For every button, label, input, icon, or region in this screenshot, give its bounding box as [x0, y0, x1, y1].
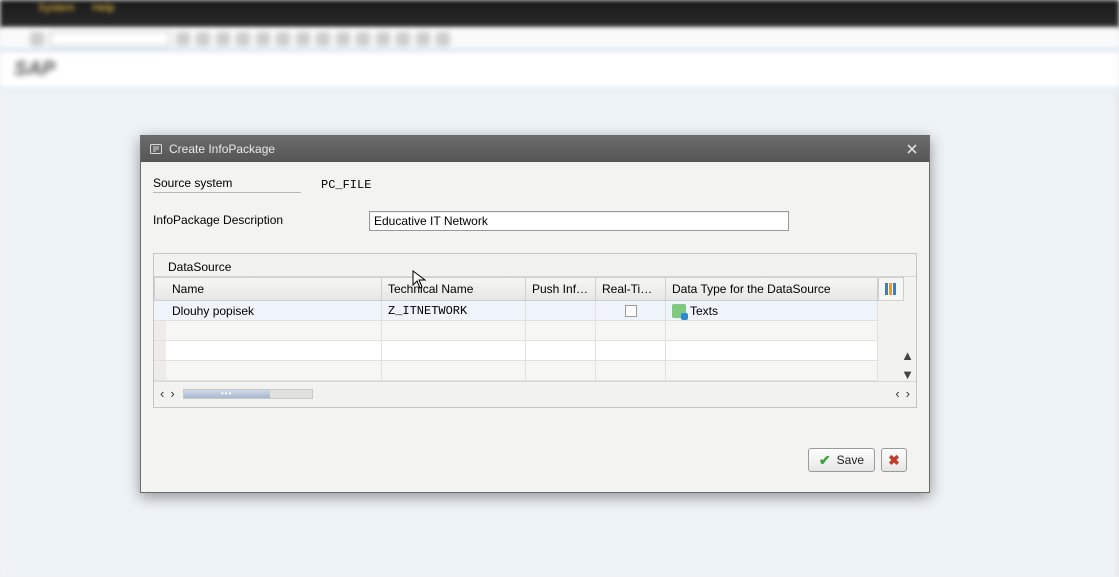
table-vertical-scroll[interactable]: ▲ ▼ — [901, 349, 914, 381]
table-horizontal-scroll: ‹ › ••• ‹ › — [154, 381, 916, 405]
datasource-panel: DataSource Name Technical Name Push Info… — [153, 253, 917, 408]
table-cell[interactable] — [666, 341, 878, 361]
table-cell[interactable] — [666, 361, 878, 381]
source-system-value: PC_FILE — [321, 178, 371, 192]
sap-logo: SAP — [14, 58, 55, 80]
save-button-label: Save — [837, 453, 864, 467]
table-cell[interactable] — [596, 321, 666, 341]
cancel-icon: ✖ — [888, 452, 900, 469]
table-cell[interactable] — [382, 341, 526, 361]
table-cell[interactable] — [526, 361, 596, 381]
scroll-right-icon[interactable]: › — [170, 386, 174, 401]
real-time-checkbox[interactable] — [625, 305, 637, 317]
col-data-type[interactable]: Data Type for the DataSource — [666, 277, 878, 301]
scroll-left-end-icon[interactable]: ‹ — [895, 386, 899, 401]
scroll-right-end-icon[interactable]: › — [906, 386, 910, 401]
cell-data-type[interactable]: Texts — [666, 301, 878, 321]
datasource-section-label: DataSource — [154, 254, 916, 277]
datasource-table: Name Technical Name Push Info... Real-Ti… — [154, 277, 916, 381]
dialog-icon — [149, 142, 163, 156]
table-cell[interactable] — [166, 341, 382, 361]
data-type-value: Texts — [690, 304, 718, 318]
col-technical-name[interactable]: Technical Name — [382, 277, 526, 301]
sap-banner: SAP — [0, 52, 1119, 90]
cell-technical-name[interactable]: Z_ITNETWORK — [382, 301, 526, 321]
column-picker-icon[interactable] — [878, 277, 904, 301]
col-push-info[interactable]: Push Info... — [526, 277, 596, 301]
app-toolbar — [0, 28, 1119, 52]
scroll-left-icon[interactable]: ‹ — [160, 386, 164, 401]
cell-push-info[interactable] — [526, 301, 596, 321]
table-cell[interactable] — [596, 341, 666, 361]
dialog-title: Create InfoPackage — [169, 142, 275, 156]
description-input[interactable] — [369, 211, 789, 231]
hscrollbar-track[interactable]: ••• — [183, 389, 313, 399]
source-system-label: Source system — [153, 176, 301, 193]
texts-icon — [672, 304, 686, 318]
scroll-up-icon[interactable]: ▲ — [901, 349, 914, 362]
create-infopackage-dialog: Create InfoPackage Source system PC_FILE… — [140, 135, 930, 493]
table-cell[interactable] — [382, 361, 526, 381]
table-cell[interactable] — [526, 341, 596, 361]
table-cell[interactable] — [596, 361, 666, 381]
description-label: InfoPackage Description — [153, 213, 301, 229]
cell-name[interactable]: Dlouhy popisek — [166, 301, 382, 321]
cancel-button[interactable]: ✖ — [881, 448, 907, 472]
table-cell[interactable] — [526, 321, 596, 341]
cell-real-time[interactable] — [596, 301, 666, 321]
col-name[interactable]: Name — [166, 277, 382, 301]
table-cell[interactable] — [666, 321, 878, 341]
table-cell[interactable] — [382, 321, 526, 341]
scroll-down-icon[interactable]: ▼ — [901, 368, 914, 381]
save-button[interactable]: ✔ Save — [808, 448, 875, 472]
hscrollbar-thumb[interactable]: ••• — [184, 390, 270, 398]
close-icon[interactable] — [903, 140, 921, 158]
table-cell[interactable] — [166, 321, 382, 341]
dialog-titlebar: Create InfoPackage — [141, 136, 929, 162]
app-menubar: System Help — [0, 0, 1119, 28]
col-real-time[interactable]: Real-Time ... — [596, 277, 666, 301]
check-icon: ✔ — [819, 452, 831, 469]
table-cell[interactable] — [166, 361, 382, 381]
